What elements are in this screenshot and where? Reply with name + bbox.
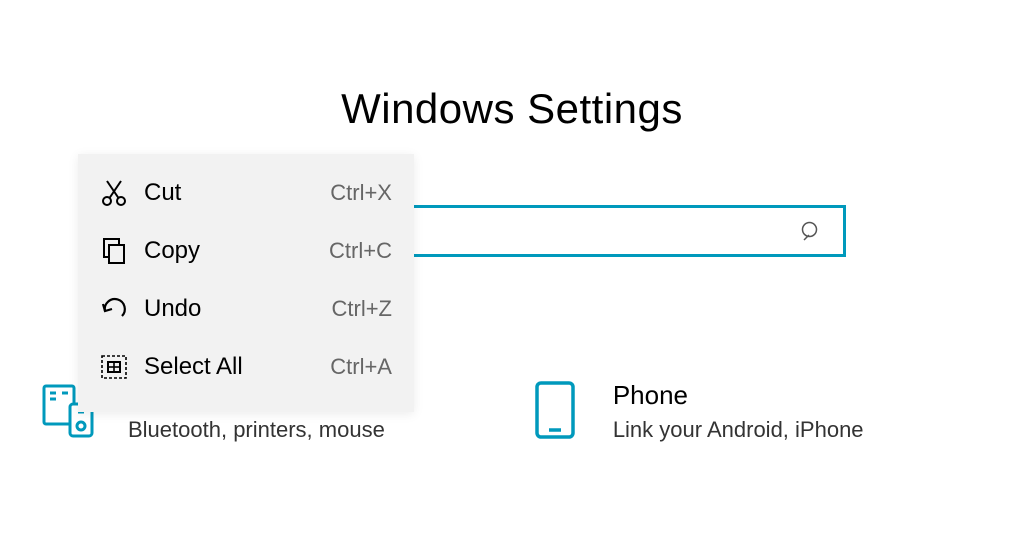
undo-icon: [96, 294, 132, 324]
tile-description: Link your Android, iPhone: [613, 417, 864, 443]
phone-icon: [525, 380, 585, 440]
menu-shortcut: Ctrl+Z: [332, 296, 393, 322]
menu-shortcut: Ctrl+A: [330, 354, 392, 380]
tile-description: Bluetooth, printers, mouse: [128, 417, 385, 443]
menu-item-undo[interactable]: Undo Ctrl+Z: [78, 280, 414, 338]
search-icon[interactable]: [799, 219, 823, 243]
menu-label: Undo: [144, 295, 332, 323]
select-all-icon: [96, 352, 132, 382]
tile-text: Phone Link your Android, iPhone: [613, 380, 864, 443]
menu-item-cut[interactable]: Cut Ctrl+X: [78, 164, 414, 222]
tile-title: Phone: [613, 380, 864, 411]
menu-shortcut: Ctrl+C: [329, 238, 392, 264]
menu-label: Copy: [144, 237, 329, 265]
menu-label: Cut: [144, 179, 330, 207]
page-title: Windows Settings: [0, 85, 1024, 133]
copy-icon: [96, 236, 132, 266]
tile-phone[interactable]: Phone Link your Android, iPhone: [525, 380, 864, 443]
menu-item-select-all[interactable]: Select All Ctrl+A: [78, 338, 414, 396]
menu-shortcut: Ctrl+X: [330, 180, 392, 206]
menu-label: Select All: [144, 353, 330, 381]
context-menu: Cut Ctrl+X Copy Ctrl+C Undo Ctrl+Z: [78, 154, 414, 412]
cut-icon: [96, 178, 132, 208]
menu-item-copy[interactable]: Copy Ctrl+C: [78, 222, 414, 280]
